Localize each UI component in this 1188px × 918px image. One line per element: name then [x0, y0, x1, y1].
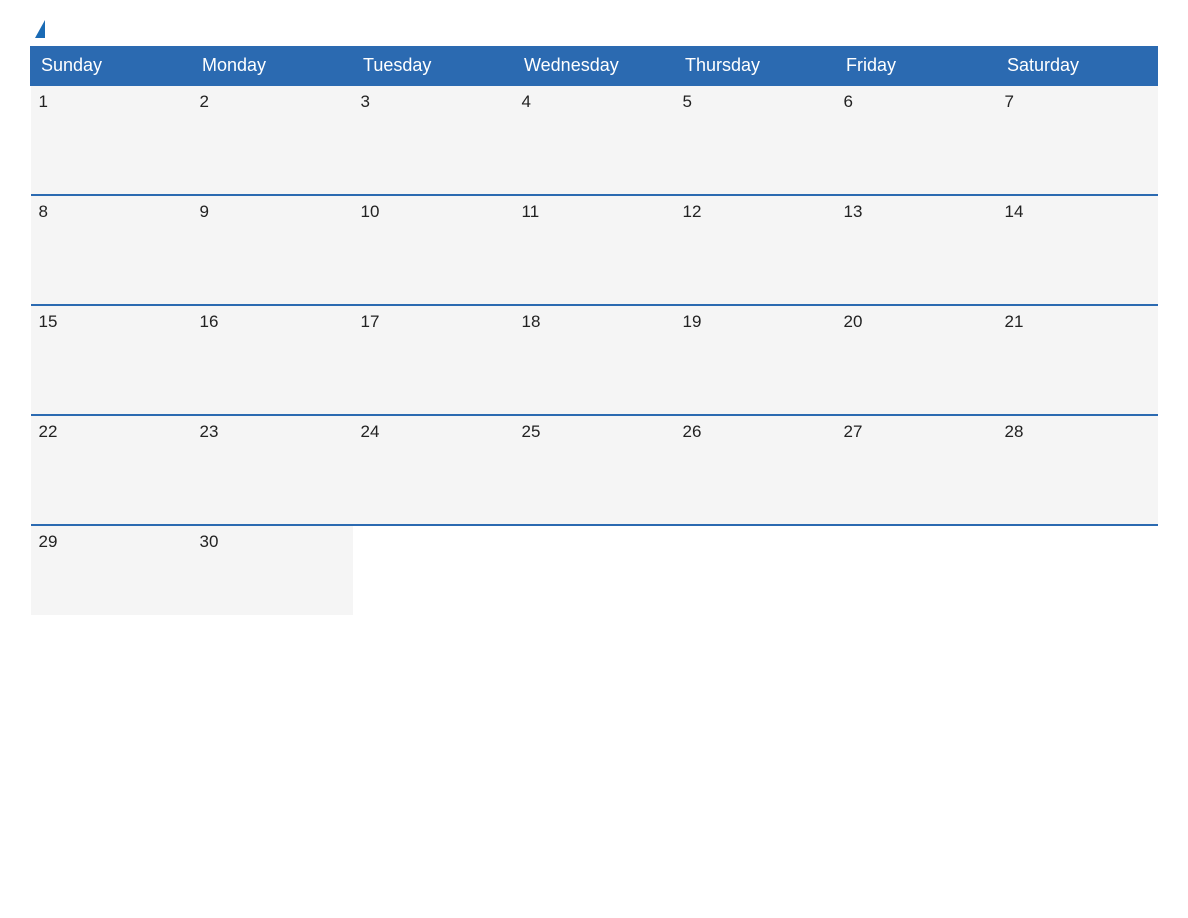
day-number: 21 [1005, 312, 1024, 331]
calendar-cell: 9 [192, 195, 353, 305]
calendar-cell: 27 [836, 415, 997, 525]
day-number: 19 [683, 312, 702, 331]
calendar-cell: 20 [836, 305, 997, 415]
calendar-cell: 23 [192, 415, 353, 525]
week-row-1: 1 2 3 4 5 6 7 [31, 85, 1158, 195]
calendar-cell: 3 [353, 85, 514, 195]
logo [30, 20, 48, 36]
calendar-cell: 15 [31, 305, 192, 415]
day-number: 5 [683, 92, 692, 111]
day-number: 26 [683, 422, 702, 441]
day-number: 15 [39, 312, 58, 331]
day-number: 28 [1005, 422, 1024, 441]
day-number: 13 [844, 202, 863, 221]
day-number: 24 [361, 422, 380, 441]
calendar-cell [836, 525, 997, 615]
header-saturday: Saturday [997, 47, 1158, 86]
calendar-cell: 25 [514, 415, 675, 525]
week-row-5: 29 30 [31, 525, 1158, 615]
day-number: 27 [844, 422, 863, 441]
calendar-cell: 21 [997, 305, 1158, 415]
calendar-cell: 18 [514, 305, 675, 415]
calendar-cell: 19 [675, 305, 836, 415]
calendar-cell: 29 [31, 525, 192, 615]
calendar-header: SundayMondayTuesdayWednesdayThursdayFrid… [31, 47, 1158, 86]
calendar-cell: 28 [997, 415, 1158, 525]
day-number: 7 [1005, 92, 1014, 111]
day-number: 4 [522, 92, 531, 111]
calendar-cell: 12 [675, 195, 836, 305]
calendar-cell [353, 525, 514, 615]
day-number: 9 [200, 202, 209, 221]
day-number: 16 [200, 312, 219, 331]
calendar-cell [997, 525, 1158, 615]
calendar-cell: 8 [31, 195, 192, 305]
calendar-cell: 26 [675, 415, 836, 525]
day-number: 25 [522, 422, 541, 441]
calendar-cell: 30 [192, 525, 353, 615]
days-of-week-row: SundayMondayTuesdayWednesdayThursdayFrid… [31, 47, 1158, 86]
week-row-2: 8 9 10 11 12 13 14 [31, 195, 1158, 305]
day-number: 6 [844, 92, 853, 111]
day-number: 3 [361, 92, 370, 111]
calendar-cell: 11 [514, 195, 675, 305]
day-number: 17 [361, 312, 380, 331]
calendar-body: 1234567891011121314151617181920212223242… [31, 85, 1158, 615]
calendar-cell [514, 525, 675, 615]
header-friday: Friday [836, 47, 997, 86]
calendar-cell: 13 [836, 195, 997, 305]
header-sunday: Sunday [31, 47, 192, 86]
week-row-3: 15 16 17 18 19 20 21 [31, 305, 1158, 415]
day-number: 8 [39, 202, 48, 221]
calendar-cell: 10 [353, 195, 514, 305]
header-thursday: Thursday [675, 47, 836, 86]
calendar-cell: 7 [997, 85, 1158, 195]
header-tuesday: Tuesday [353, 47, 514, 86]
day-number: 1 [39, 92, 48, 111]
calendar-cell: 16 [192, 305, 353, 415]
header-monday: Monday [192, 47, 353, 86]
calendar-cell: 2 [192, 85, 353, 195]
day-number: 22 [39, 422, 58, 441]
day-number: 29 [39, 532, 58, 551]
page-header [30, 20, 1158, 36]
calendar-cell: 17 [353, 305, 514, 415]
logo-triangle-icon [35, 20, 45, 38]
day-number: 12 [683, 202, 702, 221]
day-number: 10 [361, 202, 380, 221]
calendar-cell [675, 525, 836, 615]
day-number: 23 [200, 422, 219, 441]
calendar-cell: 22 [31, 415, 192, 525]
day-number: 18 [522, 312, 541, 331]
day-number: 14 [1005, 202, 1024, 221]
day-number: 20 [844, 312, 863, 331]
calendar-table: SundayMondayTuesdayWednesdayThursdayFrid… [30, 46, 1158, 615]
day-number: 2 [200, 92, 209, 111]
day-number: 11 [522, 202, 540, 221]
header-wednesday: Wednesday [514, 47, 675, 86]
calendar-cell: 24 [353, 415, 514, 525]
calendar-cell: 1 [31, 85, 192, 195]
calendar-cell: 6 [836, 85, 997, 195]
calendar-cell: 4 [514, 85, 675, 195]
calendar-cell: 5 [675, 85, 836, 195]
day-number: 30 [200, 532, 219, 551]
calendar-cell: 14 [997, 195, 1158, 305]
week-row-4: 22 23 24 25 26 27 28 [31, 415, 1158, 525]
